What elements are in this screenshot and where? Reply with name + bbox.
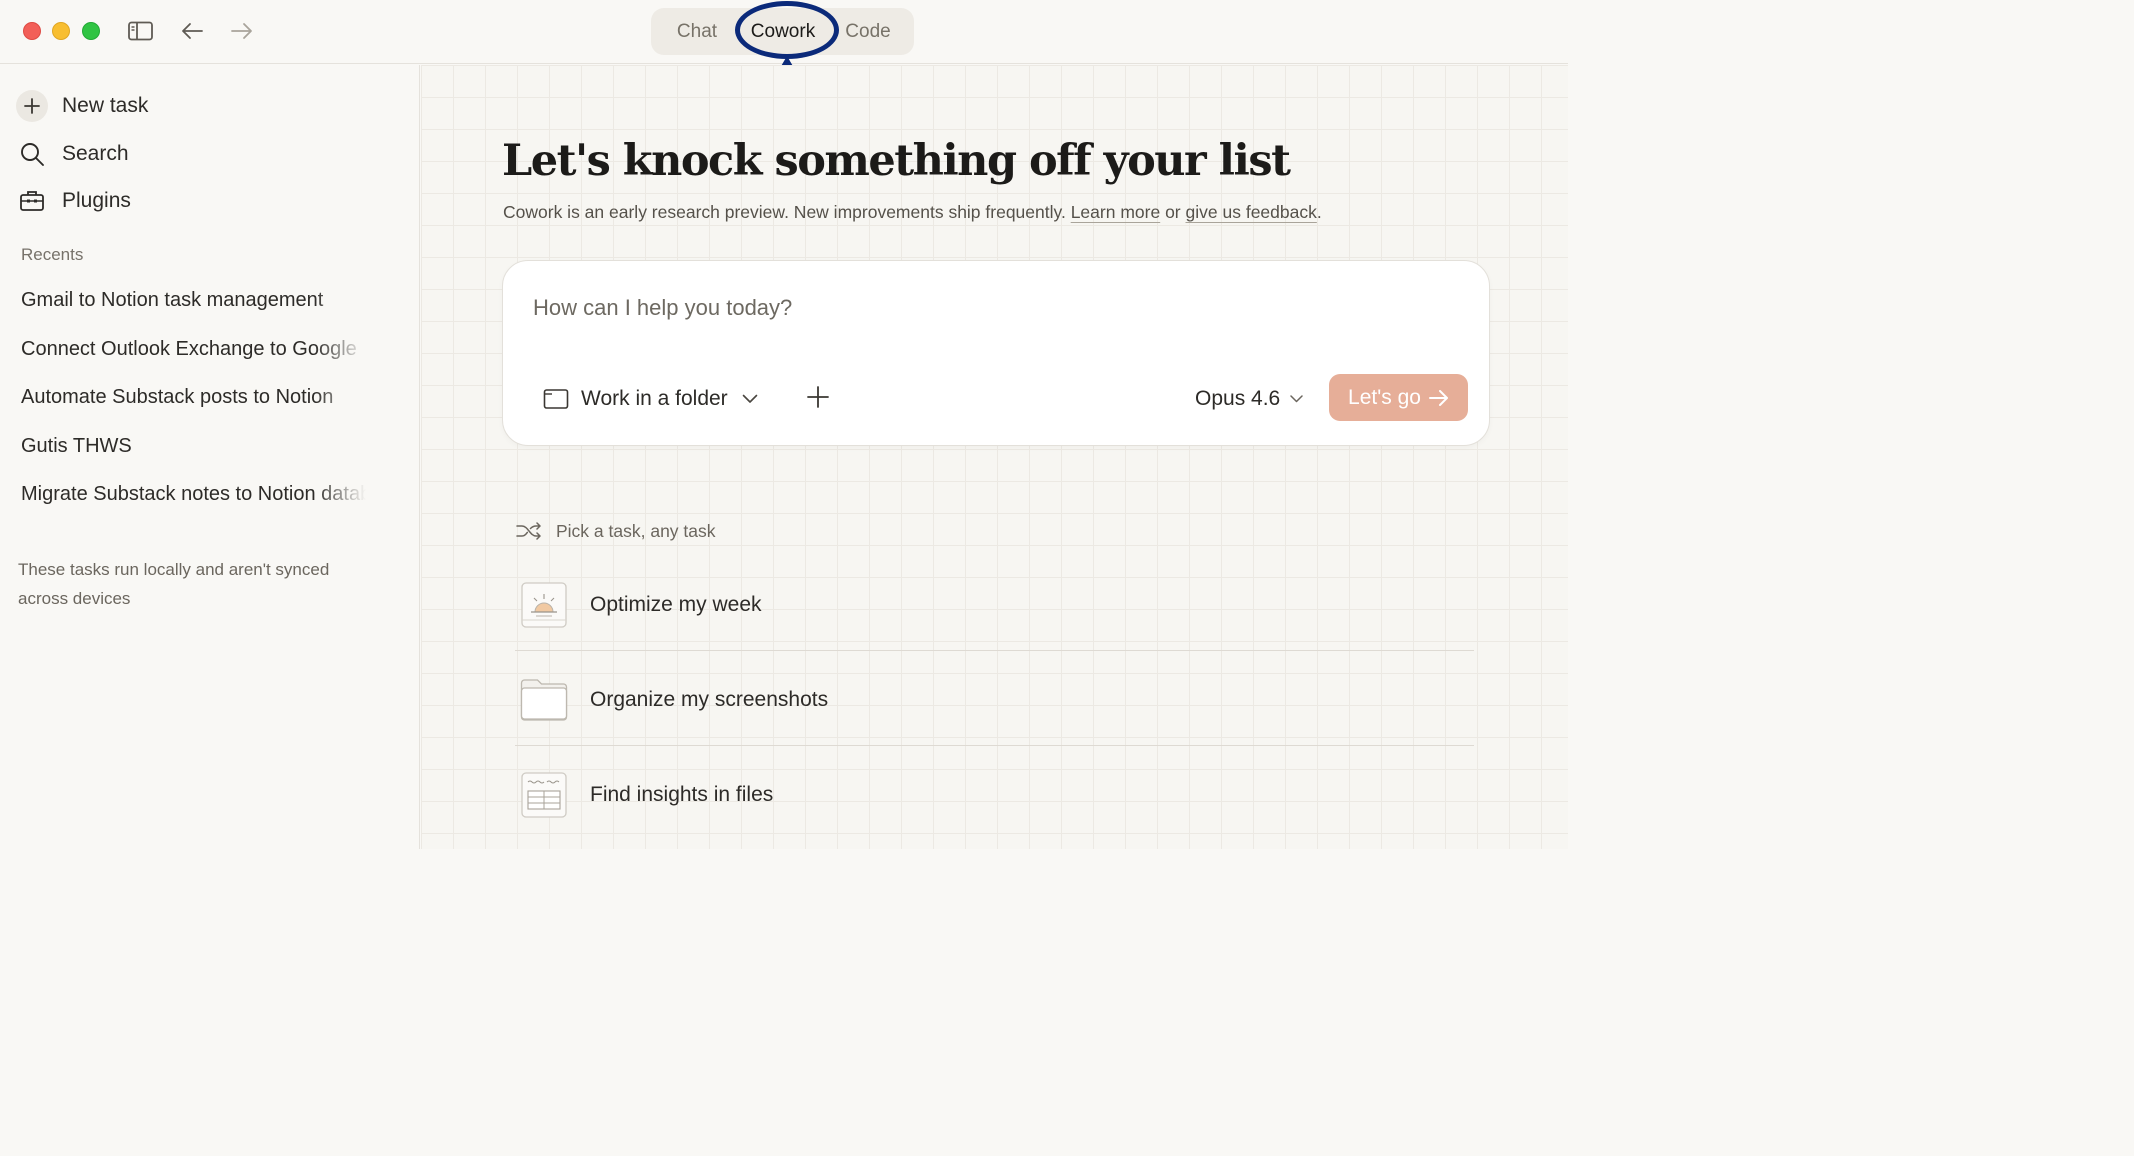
annotation-circle — [735, 1, 839, 59]
forward-arrow-icon[interactable] — [229, 19, 255, 43]
sidebar-toggle-icon[interactable] — [127, 19, 153, 43]
chevron-down-icon — [1290, 395, 1303, 403]
plus-icon — [16, 90, 48, 122]
tab-chat[interactable]: Chat — [667, 17, 727, 47]
page-title: Let's knock something off your list — [502, 136, 1291, 186]
shuffle-icon — [516, 522, 542, 540]
search-icon — [16, 138, 48, 170]
model-label: Opus 4.6 — [1195, 387, 1281, 410]
task-label: Find insights in files — [590, 783, 774, 806]
recent-item[interactable]: Migrate Substack notes to Notion databas… — [21, 483, 366, 506]
pick-task-heading: Pick a task, any task — [516, 518, 716, 544]
new-task-button[interactable]: New task — [16, 89, 148, 123]
recent-item[interactable]: Gutis THWS — [21, 435, 366, 458]
chevron-down-icon — [742, 394, 758, 404]
divider — [515, 745, 1474, 746]
plugins-label: Plugins — [62, 189, 131, 212]
search-label: Search — [62, 142, 129, 165]
lets-go-button[interactable]: Let's go — [1329, 374, 1468, 421]
task-label: Optimize my week — [590, 593, 762, 616]
prompt-card: Work in a folder Opus 4.6 Let's go — [502, 260, 1490, 446]
model-selector[interactable]: Opus 4.6 — [1195, 383, 1303, 415]
recent-item[interactable]: Automate Substack posts to Notion — [21, 386, 366, 409]
briefcase-icon — [16, 185, 48, 217]
plus-icon — [807, 386, 829, 408]
recent-item[interactable]: Connect Outlook Exchange to Google — [21, 338, 366, 361]
period-text: . — [1316, 202, 1322, 222]
search-button[interactable]: Search — [16, 137, 129, 171]
tab-code[interactable]: Code — [837, 17, 899, 47]
work-in-folder-label: Work in a folder — [581, 387, 728, 410]
back-arrow-icon[interactable] — [179, 19, 205, 43]
work-in-folder-button[interactable]: Work in a folder — [543, 383, 758, 415]
arrow-right-icon — [1428, 389, 1448, 406]
task-suggestion-row[interactable]: Organize my screenshots — [515, 653, 1474, 747]
feedback-link[interactable]: give us feedback — [1186, 202, 1317, 222]
folder-icon — [520, 676, 568, 724]
recent-item[interactable]: Gmail to Notion task management — [21, 289, 366, 312]
minimize-window-button[interactable] — [52, 22, 70, 40]
or-text: or — [1165, 202, 1181, 222]
sidebar: New task Search Plugins Recents Gmail to… — [0, 65, 420, 849]
task-suggestion-row[interactable]: Find insights in files — [515, 748, 1474, 842]
local-tasks-note: These tasks run locally and aren't synce… — [18, 560, 330, 608]
preview-text: Cowork is an early research preview. New… — [503, 202, 1066, 222]
sunrise-calendar-icon — [520, 581, 568, 629]
learn-more-link[interactable]: Learn more — [1071, 202, 1161, 222]
lets-go-label: Let's go — [1348, 385, 1421, 409]
spreadsheet-icon — [520, 771, 568, 819]
task-suggestion-row[interactable]: Optimize my week — [515, 558, 1474, 652]
recents-heading: Recents — [21, 245, 84, 264]
add-attachment-button[interactable] — [803, 382, 833, 412]
task-label: Organize my screenshots — [590, 688, 829, 711]
divider — [515, 650, 1474, 651]
pick-task-label: Pick a task, any task — [556, 520, 716, 541]
prompt-input[interactable] — [533, 291, 1433, 325]
preview-notice: Cowork is an early research preview. New… — [503, 202, 1322, 223]
plugins-button[interactable]: Plugins — [16, 184, 131, 218]
close-window-button[interactable] — [23, 22, 41, 40]
main-content: Let's knock something off your list Cowo… — [421, 65, 1568, 849]
new-task-label: New task — [62, 94, 149, 117]
zoom-window-button[interactable] — [82, 22, 100, 40]
folder-outline-icon — [543, 388, 569, 410]
